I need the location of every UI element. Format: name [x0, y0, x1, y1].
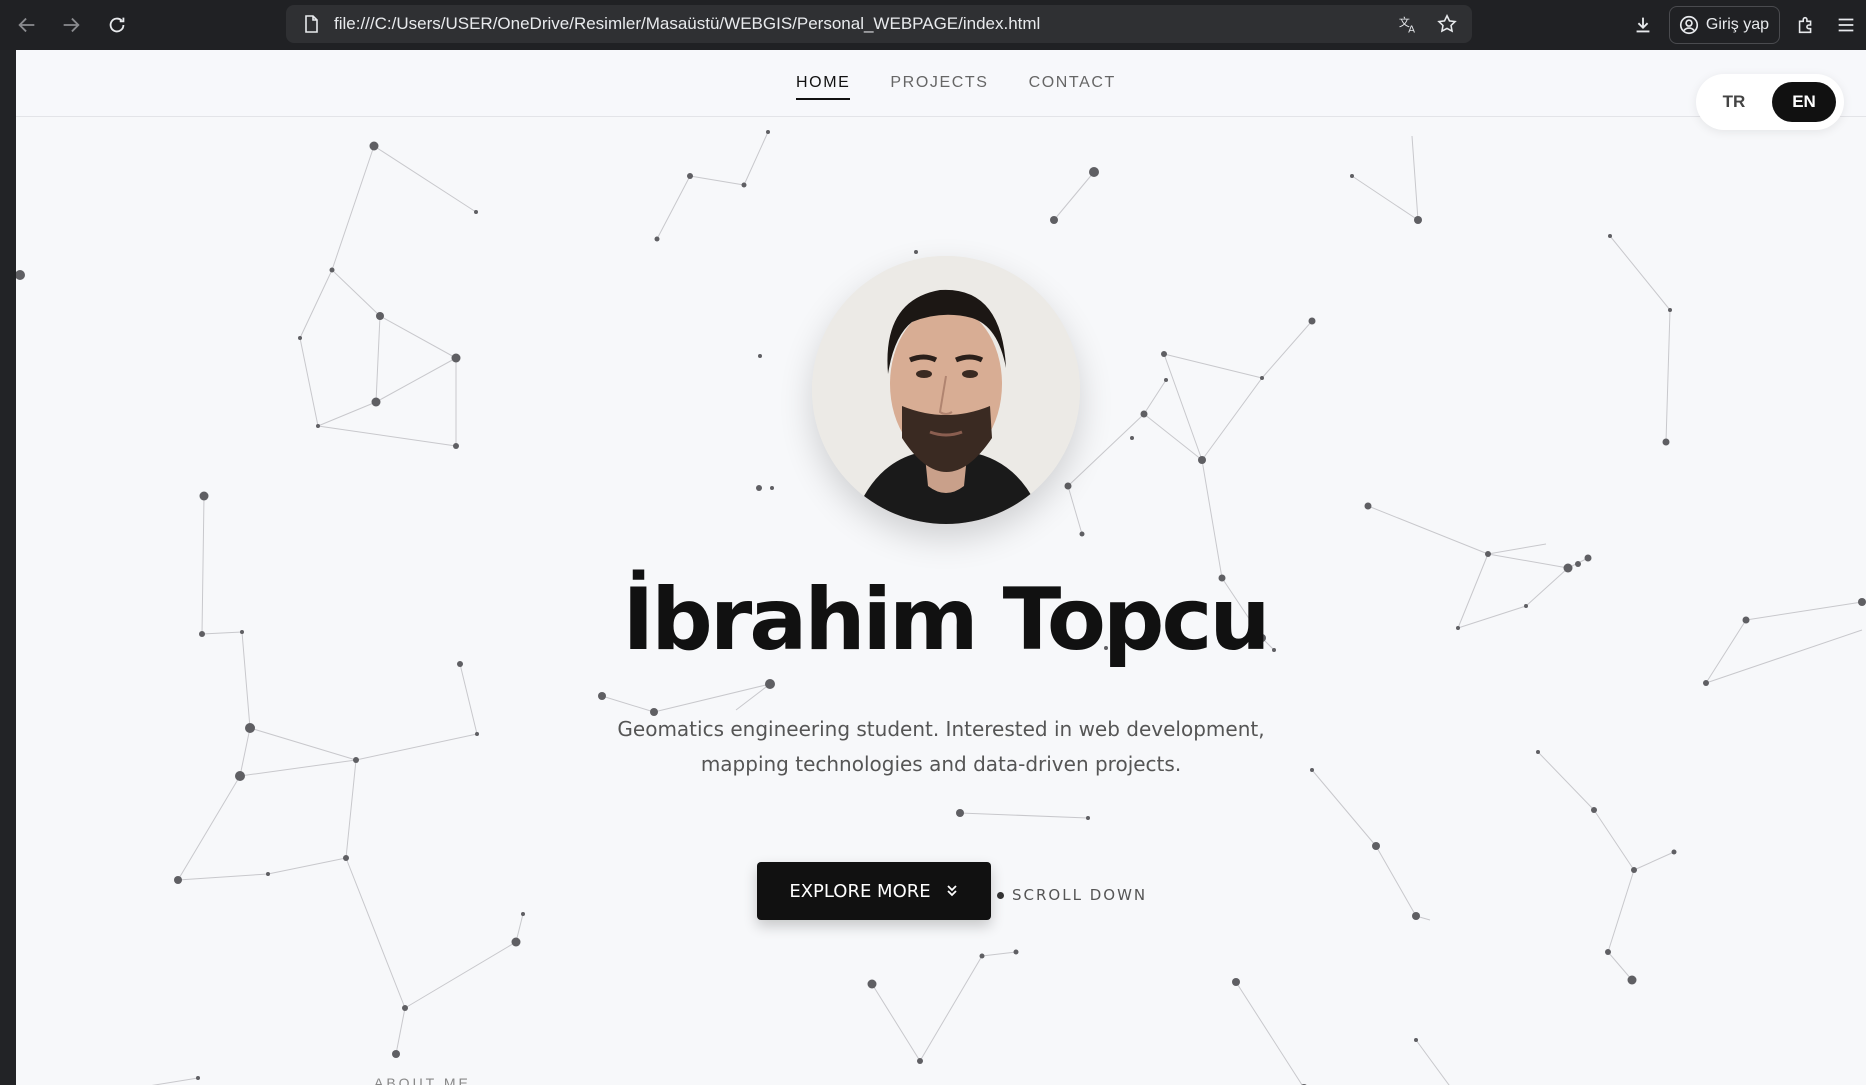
- scroll-down-label: SCROLL DOWN: [1012, 886, 1148, 904]
- nav-contact[interactable]: CONTACT: [1029, 74, 1116, 100]
- hero-tagline: Geomatics engineering student. Intereste…: [617, 717, 1265, 776]
- profile-photo: [812, 256, 1080, 524]
- address-bar[interactable]: file:///C:/Users/USER/OneDrive/Resimler/…: [286, 5, 1472, 43]
- explore-more-label: EXPLORE MORE: [789, 880, 931, 902]
- main-menu: HOME PROJECTS CONTACT: [796, 74, 1116, 100]
- translate-icon[interactable]: 文A: [1398, 13, 1420, 35]
- extensions-button[interactable]: [1786, 6, 1826, 44]
- scroll-dot-icon: [997, 891, 1004, 899]
- particle-network-background: [16, 130, 1866, 1085]
- language-switcher: TR EN: [1696, 74, 1844, 130]
- download-icon: [1636, 17, 1650, 33]
- window-edge: [0, 50, 16, 1085]
- arrow-right-icon: [63, 17, 80, 33]
- next-section-label: ABOUT ME: [374, 1075, 471, 1085]
- lang-en-button[interactable]: EN: [1772, 82, 1836, 122]
- hero-name: İbrahim Topcu: [622, 570, 1270, 670]
- back-button[interactable]: [12, 10, 42, 40]
- webpage: HOME PROJECTS CONTACT TR EN İbrahim Topc…: [16, 50, 1866, 1085]
- scroll-down-hint[interactable]: SCROLL DOWN: [997, 886, 1147, 904]
- signin-button[interactable]: Giriş yap: [1668, 6, 1780, 44]
- browser-toolbar: file:///C:/Users/USER/OneDrive/Resimler/…: [0, 0, 1866, 50]
- reload-icon: [109, 17, 125, 33]
- forward-button[interactable]: [56, 10, 86, 40]
- signin-label: Giriş yap: [1705, 16, 1769, 33]
- bookmark-star-icon[interactable]: [1436, 13, 1458, 35]
- svg-text:A: A: [1408, 24, 1415, 35]
- account-icon: [1679, 15, 1698, 35]
- lang-tr-button[interactable]: TR: [1702, 82, 1766, 122]
- downloads-button[interactable]: [1623, 6, 1663, 44]
- file-icon: [305, 15, 318, 33]
- url-text: file:///C:/Users/USER/OneDrive/Resimler/…: [334, 14, 1041, 33]
- explore-more-button[interactable]: EXPLORE MORE: [757, 862, 991, 920]
- site-navbar: HOME PROJECTS CONTACT: [16, 50, 1866, 117]
- puzzle-icon: [1798, 16, 1812, 34]
- arrow-left-icon: [18, 17, 35, 33]
- reload-button[interactable]: [102, 10, 132, 40]
- nav-home[interactable]: HOME: [796, 74, 851, 100]
- nav-projects[interactable]: PROJECTS: [890, 74, 988, 100]
- chevrons-down-icon: [947, 885, 957, 897]
- hamburger-icon: [1838, 18, 1854, 32]
- portrait-image: [812, 256, 1080, 524]
- menu-button[interactable]: [1826, 6, 1866, 44]
